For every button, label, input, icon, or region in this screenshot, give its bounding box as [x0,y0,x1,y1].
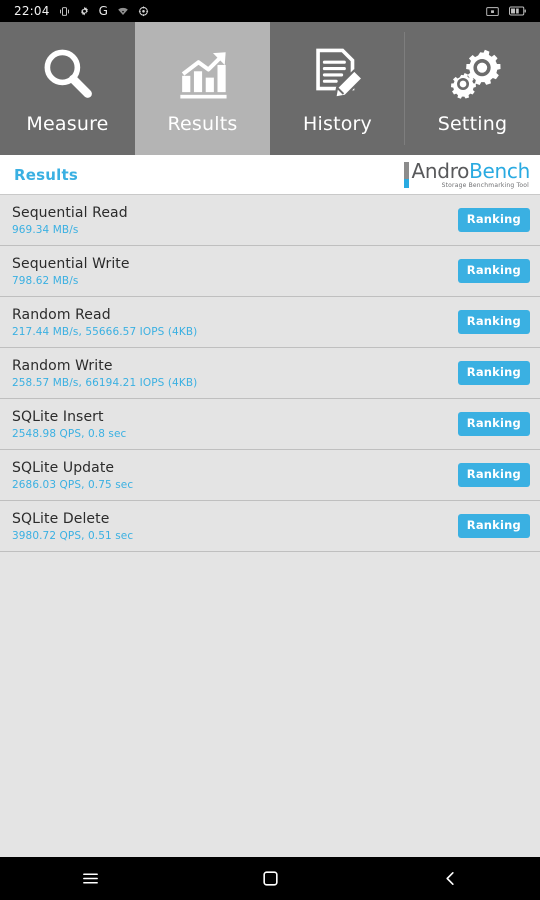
main-tab-bar: Measure Results History Setting [0,22,540,155]
row-title: Random Read [12,306,111,323]
logo-bar-top [403,161,409,179]
row-value: 798.62 MB/s [12,274,79,287]
row-title: SQLite Update [12,459,115,476]
gear-icon [79,6,90,17]
page-title: Results [14,165,78,184]
tab-setting-label: Setting [437,112,508,135]
ranking-button[interactable]: Ranking [457,259,530,283]
tab-setting[interactable]: Setting [405,22,540,155]
android-navigation-bar [0,857,540,900]
tab-history-label: History [303,112,372,135]
row-value: 217.44 MB/s, 55666.57 IOPS (4KB) [12,325,198,338]
logo-bar-bottom [403,178,409,188]
tab-history[interactable]: History [270,22,405,155]
battery-icon [509,6,526,16]
tab-measure[interactable]: Measure [0,22,135,155]
status-bar-right-icons [486,6,526,17]
logo-tagline: Storage Benchmarking Tool [441,181,529,189]
status-bar-left-icons: G [59,5,149,17]
ranking-button[interactable]: Ranking [457,361,530,385]
home-icon[interactable] [180,857,360,900]
tab-results[interactable]: Results [135,22,270,155]
back-icon[interactable] [360,857,540,900]
settings-icon [138,5,149,17]
row-title: SQLite Insert [12,408,104,425]
row-value: 258.57 MB/s, 66194.21 IOPS (4KB) [12,376,198,389]
wifi-icon [117,6,129,17]
row-texts: SQLite Insert 2548.98 QPS, 0.8 sec [12,409,458,440]
ranking-button[interactable]: Ranking [457,514,530,538]
ranking-button[interactable]: Ranking [457,310,530,334]
table-row[interactable]: SQLite Insert 2548.98 QPS, 0.8 sec Ranki… [0,399,540,450]
row-title: Sequential Read [12,204,128,221]
status-bar: 22:04 G [0,0,540,22]
gears-icon [444,43,502,105]
row-texts: Sequential Write 798.62 MB/s [12,256,458,287]
document-pencil-icon [309,43,367,105]
table-row[interactable]: Random Write 258.57 MB/s, 66194.21 IOPS … [0,348,540,399]
ranking-button[interactable]: Ranking [457,208,530,232]
row-value: 2686.03 QPS, 0.75 sec [12,478,134,491]
row-title: SQLite Delete [12,510,110,527]
logo-bench: Bench [469,158,530,183]
row-title: Random Write [12,357,113,374]
logo-andro: Andro [411,158,470,183]
status-bar-clock: 22:04 [14,4,50,18]
ranking-button[interactable]: Ranking [457,463,530,487]
tab-results-label: Results [167,112,238,135]
row-texts: Random Write 258.57 MB/s, 66194.21 IOPS … [12,358,458,389]
logo-wordmark: AndroBench [411,158,531,183]
vibrate-icon [59,6,70,17]
google-icon: G [98,4,108,18]
table-row[interactable]: Random Read 217.44 MB/s, 55666.57 IOPS (… [0,297,540,348]
magnifier-icon [38,43,98,105]
bar-chart-arrow-icon [174,43,232,105]
ranking-button[interactable]: Ranking [457,412,530,436]
recents-icon[interactable] [0,857,180,900]
logo-bar [403,161,409,188]
app-window: 22:04 G Measure Results History Setting … [0,0,540,900]
androbench-logo: AndroBench Storage Benchmarking Tool [403,158,531,189]
row-value: 3980.72 QPS, 0.51 sec [12,529,134,542]
tab-measure-label: Measure [26,112,109,135]
row-value: 2548.98 QPS, 0.8 sec [12,427,127,440]
table-row[interactable]: SQLite Update 2686.03 QPS, 0.75 sec Rank… [0,450,540,501]
logo-text: AndroBench Storage Benchmarking Tool [411,158,531,189]
section-header: Results AndroBench Storage Benchmarking … [0,155,540,195]
results-list: Sequential Read 969.34 MB/s Ranking Sequ… [0,195,540,857]
row-texts: SQLite Delete 3980.72 QPS, 0.51 sec [12,511,458,542]
table-row[interactable]: SQLite Delete 3980.72 QPS, 0.51 sec Rank… [0,501,540,552]
row-texts: Sequential Read 969.34 MB/s [12,205,458,236]
row-texts: SQLite Update 2686.03 QPS, 0.75 sec [12,460,458,491]
screenshot-icon [486,6,499,17]
table-row[interactable]: Sequential Write 798.62 MB/s Ranking [0,246,540,297]
row-value: 969.34 MB/s [12,223,79,236]
row-title: Sequential Write [12,255,130,272]
row-texts: Random Read 217.44 MB/s, 55666.57 IOPS (… [12,307,458,338]
table-row[interactable]: Sequential Read 969.34 MB/s Ranking [0,195,540,246]
